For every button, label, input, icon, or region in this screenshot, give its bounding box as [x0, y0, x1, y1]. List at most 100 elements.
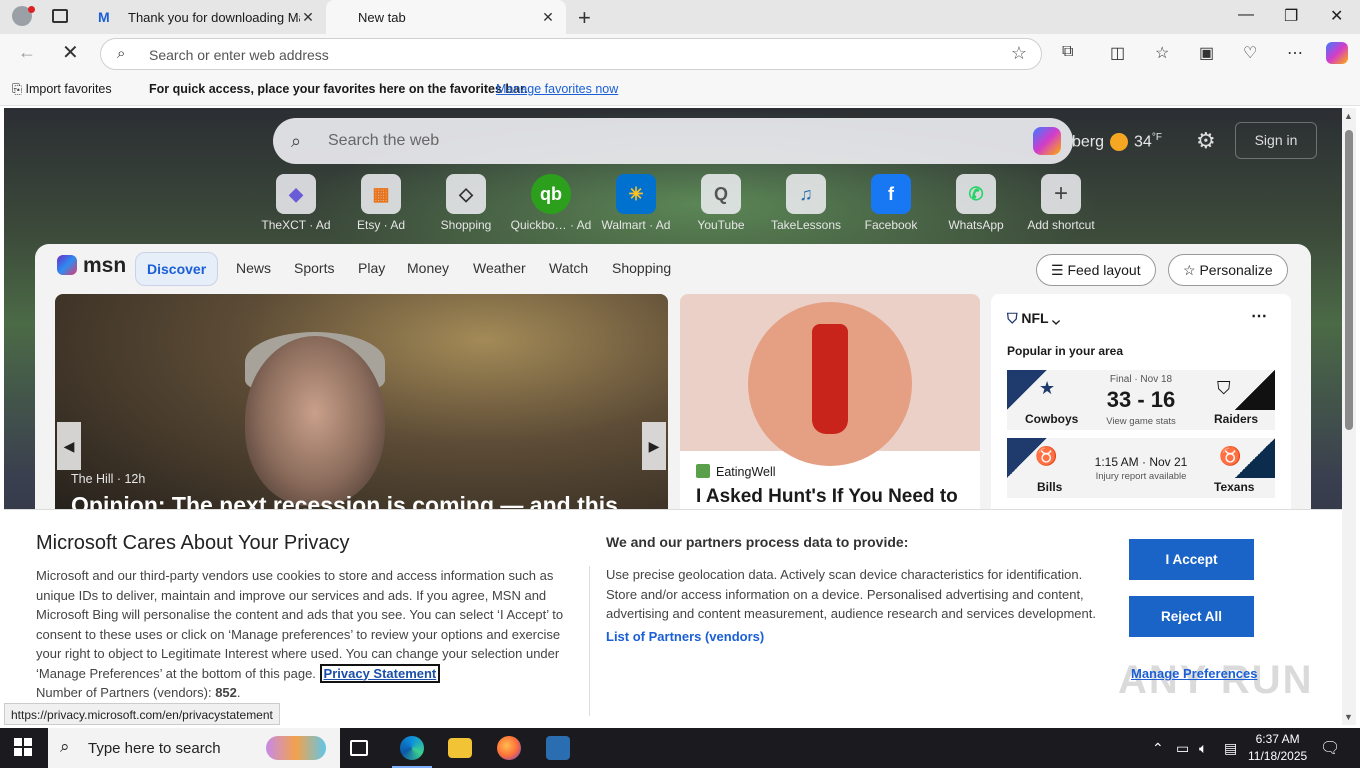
add-shortcut-button[interactable]: + Add shortcut — [1018, 174, 1104, 232]
more-menu-icon[interactable]: ⋯ — [1287, 43, 1303, 63]
network-icon[interactable]: ▭ — [1176, 740, 1189, 757]
game-card[interactable]: ♉ ♉ Bills Texans 1:15 AM · Nov 21 Injury… — [1007, 438, 1275, 498]
settings-gear-icon[interactable]: ⚙ — [1196, 128, 1216, 154]
nav-shopping[interactable]: Shopping — [612, 260, 671, 276]
shortcut-label: YouTube — [697, 218, 745, 232]
popular-heading: Popular in your area — [1007, 344, 1124, 358]
favorite-star-icon[interactable]: ☆ — [1011, 43, 1027, 64]
shortcut-label: WhatsApp — [948, 218, 1004, 232]
restore-icon[interactable]: ❐ — [1284, 6, 1298, 26]
shortcut-youtube[interactable]: Q YouTube — [678, 174, 764, 232]
game-status: Final · Nov 18 — [1109, 374, 1173, 385]
hero-article-card[interactable]: ◀ ▶ The Hill · 12h Opinion: The next rec… — [55, 294, 668, 524]
team-color-band — [1235, 370, 1275, 410]
extensions-icon[interactable]: ⧉ — [1062, 43, 1073, 61]
search-icon: ⌕ — [60, 737, 70, 756]
windows-start-icon[interactable] — [14, 738, 32, 756]
stop-loading-icon[interactable]: ✕ — [62, 40, 79, 65]
game-card[interactable]: ★ ⛉ Cowboys Raiders Final · Nov 18 33 - … — [1007, 370, 1275, 430]
privacy-statement-link[interactable]: Privacy Statement — [319, 663, 441, 683]
accept-button[interactable]: I Accept — [1129, 539, 1254, 580]
article-card[interactable]: EatingWell I Asked Hunt's If You Need to — [680, 294, 980, 524]
firefox-icon[interactable] — [497, 736, 521, 760]
data-body: Use precise geolocation data. Actively s… — [606, 567, 1096, 621]
notifications-icon[interactable]: 🗨︎ — [1320, 738, 1340, 758]
scroll-up-icon[interactable]: ▲ — [1344, 111, 1353, 121]
nfl-shield-icon: ⛉ — [1007, 310, 1022, 326]
shortcut-facebook[interactable]: f Facebook — [848, 174, 934, 232]
nav-discover[interactable]: Discover — [135, 252, 219, 286]
tray-overflow-icon[interactable]: ⌃ — [1152, 740, 1164, 757]
msn-butterfly-icon — [57, 255, 77, 275]
personalize-button[interactable]: ☆ Personalize — [1168, 254, 1288, 286]
msn-logo[interactable]: msn — [57, 254, 126, 278]
nav-watch[interactable]: Watch — [549, 260, 588, 276]
list-of-partners-link[interactable]: List of Partners (vendors) — [606, 629, 764, 644]
task-view-icon[interactable] — [350, 740, 368, 756]
taskbar-search-box[interactable]: ⌕ Type here to search — [48, 728, 340, 768]
copilot-icon[interactable] — [1326, 42, 1348, 64]
nfl-dropdown[interactable]: ⛉ NFL ⌄ — [1007, 310, 1060, 327]
shortcut-walmart[interactable]: ✳ Walmart · Ad — [593, 174, 679, 232]
carousel-next-icon[interactable]: ▶ — [642, 422, 666, 470]
manage-preferences-link[interactable]: Manage Preferences — [1131, 666, 1257, 681]
shortcut-quickbooks[interactable]: qb Quickbo… · Ad — [508, 174, 594, 232]
search-highlight-icon — [266, 736, 326, 760]
nav-weather[interactable]: Weather — [473, 260, 526, 276]
carousel-prev-icon[interactable]: ◀ — [57, 422, 81, 470]
shortcut-thexct[interactable]: ◆ TheXCT · Ad — [253, 174, 339, 232]
file-explorer-icon[interactable] — [448, 738, 472, 758]
split-screen-icon[interactable]: ◫ — [1110, 43, 1125, 63]
new-tab-plus-icon[interactable]: + — [578, 5, 591, 31]
tab-actions-icon[interactable] — [52, 9, 68, 23]
close-window-icon[interactable]: ✕ — [1330, 6, 1343, 26]
shortcut-takelessons[interactable]: ♫ TakeLessons — [763, 174, 849, 232]
shortcut-whatsapp[interactable]: ✆ WhatsApp — [933, 174, 1019, 232]
personalize-star-icon: ☆ — [1183, 262, 1200, 278]
shortcut-etsy[interactable]: ▦ Etsy · Ad — [338, 174, 424, 232]
shortcut-label: TheXCT · Ad — [261, 218, 331, 232]
volume-icon[interactable]: 🔈︎ — [1199, 740, 1207, 757]
tab-malwarebytes[interactable]: M Thank you for downloading Malw ✕ — [88, 0, 326, 34]
close-tab-icon[interactable]: ✕ — [300, 9, 316, 26]
page-scrollbar[interactable]: ▲ ▼ — [1342, 108, 1356, 725]
shortcut-label: Walmart · Ad — [601, 218, 671, 232]
away-team: Texans — [1214, 480, 1255, 494]
reject-all-button[interactable]: Reject All — [1129, 596, 1254, 637]
home-team: Cowboys — [1025, 412, 1079, 426]
nav-play[interactable]: Play — [358, 260, 385, 276]
nav-sports[interactable]: Sports — [294, 260, 334, 276]
favorites-icon[interactable]: ☆ — [1155, 43, 1169, 63]
browser-essentials-icon[interactable]: ♡ — [1243, 43, 1257, 63]
sign-in-button[interactable]: Sign in — [1235, 122, 1317, 159]
article-source: The Hill · 12h — [71, 472, 146, 486]
shortcut-shopping[interactable]: ◇ Shopping — [423, 174, 509, 232]
collections-icon[interactable]: ▣ — [1199, 43, 1214, 63]
edge-browser-icon[interactable] — [392, 736, 432, 768]
minimize-icon[interactable]: — — [1238, 6, 1254, 24]
input-indicator-icon[interactable]: ▤ — [1224, 740, 1237, 757]
weather-widget[interactable]: berg 34°F — [1072, 132, 1162, 152]
import-favorites-button[interactable]: ⎘ Import favorites — [12, 82, 112, 97]
copilot-icon[interactable] — [1033, 127, 1061, 155]
manage-favorites-link[interactable]: Manage favorites now — [496, 82, 618, 96]
shortcut-label: Etsy · Ad — [356, 218, 406, 232]
web-search-box[interactable]: ⌕ Search the web — [273, 118, 1073, 164]
more-options-icon[interactable]: ⋯ — [1251, 306, 1267, 326]
installer-app-icon[interactable] — [546, 736, 570, 760]
nav-news[interactable]: News — [236, 260, 271, 276]
feed-layout-button[interactable]: ☰ Feed layout — [1036, 254, 1156, 286]
scroll-down-icon[interactable]: ▼ — [1344, 712, 1353, 722]
close-tab-icon[interactable]: ✕ — [540, 9, 556, 26]
personalize-label: Personalize — [1199, 262, 1273, 278]
whatsapp-icon: ✆ — [956, 174, 996, 214]
clock-date: 11/18/2025 — [1248, 749, 1308, 763]
address-bar[interactable]: ⌕ Search or enter web address ☆ — [100, 38, 1042, 70]
taskbar-clock[interactable]: 6:37 AM 11/18/2025 — [1248, 731, 1307, 765]
tab-new-tab[interactable]: New tab ✕ — [326, 0, 566, 34]
feed-layout-label: Feed layout — [1067, 262, 1141, 278]
back-arrow-icon[interactable]: ← — [18, 42, 36, 63]
nav-money[interactable]: Money — [407, 260, 449, 276]
scrollbar-thumb[interactable] — [1345, 130, 1353, 430]
privacy-body-text: Microsoft and our third-party vendors us… — [36, 568, 564, 681]
